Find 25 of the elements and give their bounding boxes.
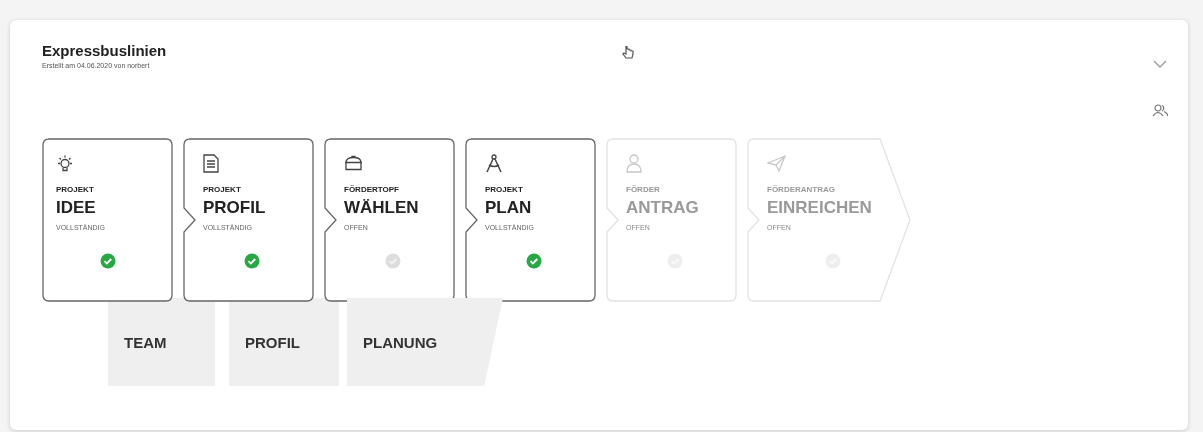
step-name: IDEE xyxy=(56,198,96,218)
project-title: Expressbuslinien xyxy=(42,42,168,59)
chevron-down-icon[interactable] xyxy=(1153,60,1167,68)
pot-icon xyxy=(344,154,363,173)
step-category: PROJEKT xyxy=(485,185,523,194)
step-name: PROFIL xyxy=(203,198,266,218)
users-icon[interactable] xyxy=(1152,104,1168,117)
step-category: PROJEKT xyxy=(203,185,241,194)
step-name: ANTRAG xyxy=(626,198,699,218)
person-icon xyxy=(626,154,642,173)
step-name: WÄHLEN xyxy=(344,198,419,218)
step-category: FÖRDER xyxy=(626,185,660,194)
paper-plane-icon xyxy=(767,154,786,173)
step-category: PROJEKT xyxy=(56,185,94,194)
section-tab[interactable]: PROFIL xyxy=(229,298,339,386)
step-category: FÖRDERANTRAG xyxy=(767,185,835,194)
document-icon xyxy=(203,154,219,173)
section-tab[interactable]: PLANUNG xyxy=(347,298,503,386)
compass-icon xyxy=(485,154,503,173)
pointer-icon[interactable] xyxy=(622,46,634,60)
step-category: FÖRDERTOPF xyxy=(344,185,399,194)
lightbulb-icon xyxy=(56,154,74,173)
step-name: EINREICHEN xyxy=(767,198,872,218)
step-name: PLAN xyxy=(485,198,532,218)
section-tab[interactable]: TEAM xyxy=(108,298,215,386)
